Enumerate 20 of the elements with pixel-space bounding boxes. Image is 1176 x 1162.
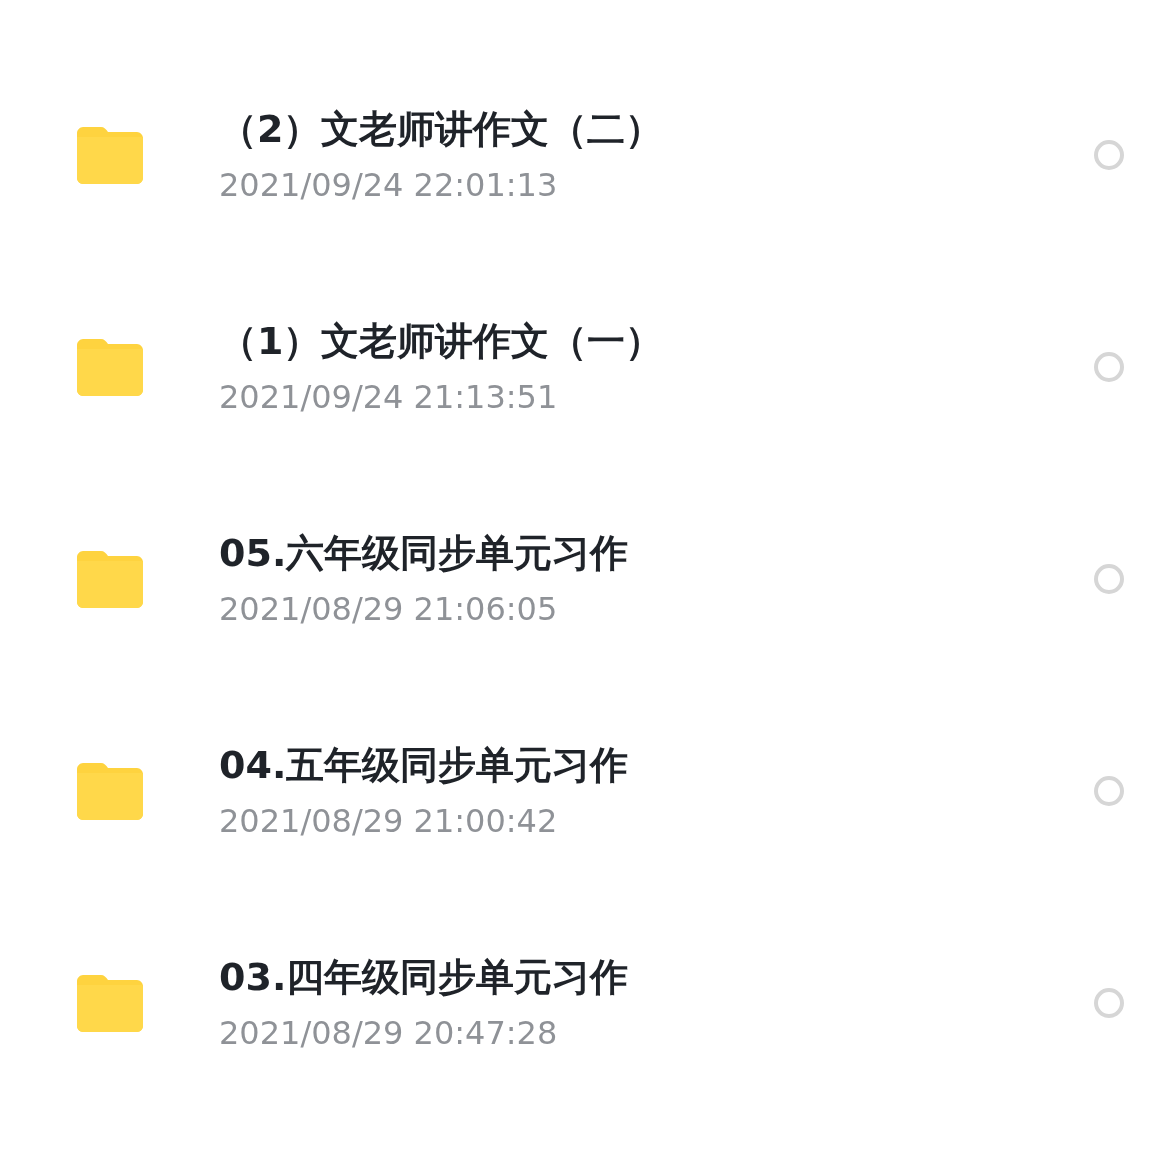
select-radio[interactable] xyxy=(1094,352,1124,382)
modified-date: 2021/08/29 21:00:42 xyxy=(219,801,559,842)
select-radio[interactable] xyxy=(1094,140,1124,170)
modified-date: 2021/08/29 21:06:05 xyxy=(219,589,559,630)
folder-icon xyxy=(77,974,143,1032)
select-radio[interactable] xyxy=(1094,776,1124,806)
folder-name: 03.四年级同步单元习作 xyxy=(219,954,630,1001)
folder-name: （2）文老师讲作文（二） xyxy=(219,106,665,153)
select-radio[interactable] xyxy=(1094,988,1124,1018)
folder-icon xyxy=(77,762,143,820)
modified-date: 2021/08/29 20:47:28 xyxy=(219,1013,559,1054)
modified-date: 2021/09/24 21:13:51 xyxy=(219,377,559,418)
folder-name: （1）文老师讲作文（一） xyxy=(219,318,665,365)
folder-name: 05.六年级同步单元习作 xyxy=(219,530,630,577)
select-radio[interactable] xyxy=(1094,564,1124,594)
modified-date: 2021/09/24 22:01:13 xyxy=(219,165,559,206)
folder-icon xyxy=(77,126,143,184)
folder-icon xyxy=(77,338,143,396)
folder-icon xyxy=(77,550,143,608)
folder-name: 04.五年级同步单元习作 xyxy=(219,742,630,789)
